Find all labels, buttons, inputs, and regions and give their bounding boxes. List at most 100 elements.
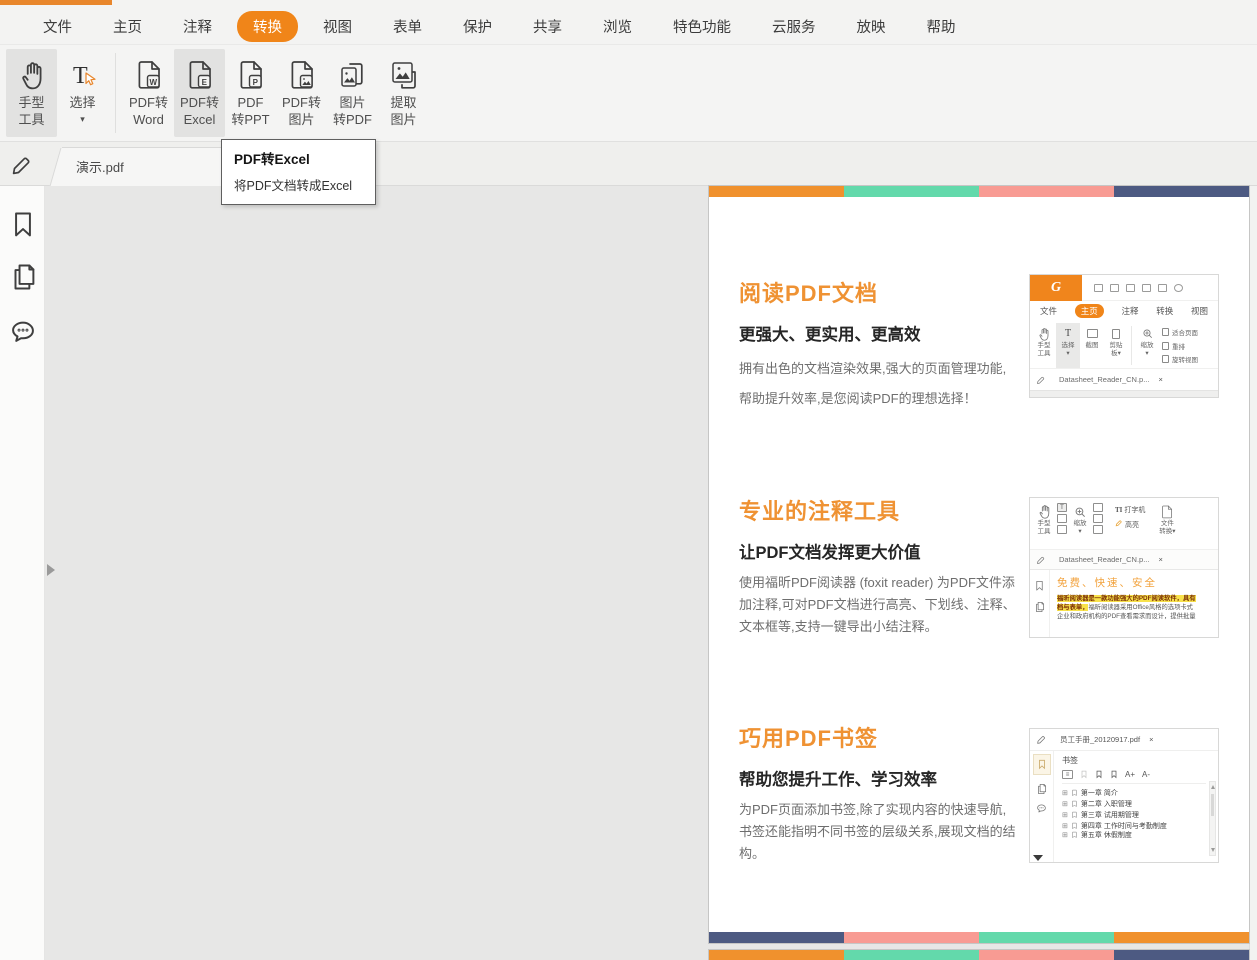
- mini-typewriter-group: TI 打字机 高亮: [1115, 506, 1146, 529]
- section-subheading: 让PDF文档发挥更大价值: [739, 544, 921, 562]
- pdf-to-ppt-button[interactable]: P PDF 转PPT: [225, 49, 276, 137]
- bookmark-item[interactable]: ⊞ 第三章 试用期管理: [1062, 809, 1206, 820]
- menu-item-convert-active[interactable]: 转换: [237, 11, 298, 42]
- section-annotation-tools: 专业的注释工具 让PDF文档发挥更大价值 使用福昕PDF阅读器 (foxit r…: [739, 494, 1027, 638]
- extract-image-button[interactable]: 提取 图片: [378, 49, 429, 137]
- pages-panel-icon[interactable]: [9, 262, 37, 297]
- svg-text:E: E: [201, 78, 207, 87]
- file-tab-label: 演示.pdf: [76, 160, 124, 175]
- section-read-pdf: 阅读PDF文档 更强大、更实用、更高效 拥有出色的文档渲染效果,强大的页面管理功…: [739, 276, 1027, 414]
- mini-hand-tool: 手型 工具: [1033, 501, 1055, 535]
- panel-expand-arrow[interactable]: [47, 564, 55, 576]
- foxit-logo: G: [1030, 275, 1082, 301]
- mini-tab-close: ×: [1158, 375, 1163, 384]
- page-bottom-color-strip: [709, 932, 1249, 943]
- hand-icon: [19, 56, 45, 94]
- menu-item-cloud[interactable]: 云服务: [772, 11, 816, 42]
- add-bookmark-icon: [1096, 770, 1102, 778]
- section-subheading: 更强大、更实用、更高效: [739, 326, 921, 344]
- bookmark-item[interactable]: ⊞ 第二章 入职管理: [1062, 798, 1206, 809]
- mini-menu-view: 视图: [1190, 306, 1208, 316]
- select-tool-button[interactable]: T 选择 ▾: [57, 49, 108, 137]
- section-body: 拥有出色的文档渲染效果,强大的页面管理功能,帮助提升效率,是您阅读PDF的理想选…: [739, 361, 1007, 406]
- pdf-to-image-button[interactable]: PDF转 图片: [276, 49, 327, 137]
- bookmarks-panel-icon[interactable]: [9, 210, 37, 245]
- section-body: 使用福昕PDF阅读器 (foxit reader) 为PDF文件添加注释,可对P…: [739, 575, 1016, 634]
- pdf-to-excel-tooltip: PDF转Excel 将PDF文档转成Excel: [221, 139, 376, 205]
- toolbar-separator: [115, 53, 116, 133]
- bookmark-item[interactable]: ⊞ 第四章 工作时间与考勤制度: [1062, 820, 1206, 831]
- mini-menu-home-active: 主页: [1074, 304, 1104, 318]
- doc-icon: [1158, 283, 1167, 292]
- ribbon-toolbar: 手型 工具 T 选择 ▾ W PDF转 Word E PDF转 Excel P …: [0, 45, 1257, 142]
- open-icon: [1094, 283, 1103, 292]
- menu-item-protect[interactable]: 保护: [463, 11, 492, 42]
- menu-item-file[interactable]: 文件: [43, 11, 72, 42]
- mini-doc-text: 福昕阅读器是一款功能强大的PDF阅读软件，具有 档与表单，福昕阅读器采用Offi…: [1057, 595, 1196, 620]
- mini-sidebar: [1030, 751, 1054, 862]
- section-body: 为PDF页面添加书签,除了实现内容的快速导航,书签还能指明不同书签的层级关系,展…: [739, 802, 1016, 861]
- menu-item-browse[interactable]: 浏览: [603, 11, 632, 42]
- screenshot-bookmarks-ui: 员工手册_20120917.pdf × 书签 ≡ A+ A- ⊞ 第一章 简介 …: [1029, 728, 1219, 863]
- mini-zoom-tool: 缩放 ▾: [1135, 323, 1159, 368]
- menu-item-view[interactable]: 视图: [323, 11, 352, 42]
- mail-icon: [1142, 283, 1151, 292]
- hand-tool-button[interactable]: 手型 工具: [6, 49, 57, 137]
- annotate-pencil-icon[interactable]: [10, 152, 34, 183]
- mini-snapshot-tool: 截图: [1080, 323, 1104, 368]
- menu-item-share[interactable]: 共享: [533, 11, 562, 42]
- extract-image-icon: [390, 56, 418, 94]
- svg-text:P: P: [252, 78, 258, 87]
- mini-bookmark-icon-active: [1032, 754, 1051, 775]
- mini-document-view: 免费、快速、安全 福昕阅读器是一款功能强大的PDF阅读软件，具有 档与表单，福昕…: [1030, 570, 1218, 637]
- mini-menu-bar: 文件 主页 注释 转换 视图: [1030, 301, 1218, 321]
- mini-select-stack: T: [1057, 501, 1067, 534]
- file-tab[interactable]: 演示.pdf: [62, 147, 234, 186]
- mini-toolbar: 手型 工具 T 缩放 ▾ TI 打字机 高亮 文件 转换▾: [1030, 498, 1218, 550]
- mini-quick-access-bar: G: [1030, 275, 1218, 301]
- menu-item-comment[interactable]: 注释: [183, 11, 212, 42]
- font-increase-icon: A+: [1125, 770, 1136, 779]
- foxit-reader-window: 文件 主页 注释 转换 视图 表单 保护 共享 浏览 特色功能 云服务 放映 帮…: [0, 0, 1257, 960]
- menu-item-present[interactable]: 放映: [857, 11, 886, 42]
- mini-zoom-tool: 缩放 ▾: [1069, 501, 1091, 535]
- bookmark-item[interactable]: ⊞ 第五章 休假制度: [1062, 831, 1206, 839]
- mini-bookmark-icon: [1036, 581, 1043, 591]
- mini-file-tab: Datasheet_Reader_CN.p... ×: [1030, 369, 1218, 390]
- mini-tab-close: ×: [1149, 735, 1154, 744]
- print-icon: [1126, 283, 1135, 292]
- mini-select-tool: T 选择 ▾: [1056, 323, 1080, 368]
- section-subheading: 帮助您提升工作、学习效率: [739, 771, 937, 789]
- next-bookmark-icon: [1111, 770, 1117, 778]
- scroll-down-indicator: [1033, 855, 1043, 861]
- save-icon: [1110, 283, 1119, 292]
- dropdown-caret: ▾: [80, 114, 85, 124]
- pdf-to-excel-button[interactable]: E PDF转 Excel: [174, 49, 225, 137]
- mini-file-convert: 文件 转换▾: [1155, 501, 1179, 535]
- image-to-pdf-button[interactable]: 图片 转PDF: [327, 49, 378, 137]
- menu-item-features[interactable]: 特色功能: [673, 11, 731, 42]
- mini-file-tab: Datasheet_Reader_CN.p... ×: [1030, 550, 1218, 570]
- vertical-scrollbar[interactable]: [1249, 186, 1257, 960]
- section-heading: 阅读PDF文档: [739, 281, 879, 306]
- next-page-top-strip: [709, 950, 1249, 960]
- pdf-to-excel-icon: E: [187, 56, 213, 94]
- screenshot-annotation-ui: 手型 工具 T 缩放 ▾ TI 打字机 高亮 文件 转换▾ Datasheet_…: [1029, 497, 1219, 638]
- undo-icon: [1174, 283, 1183, 292]
- comments-panel-icon[interactable]: [9, 318, 37, 351]
- bookmark-list: ⊞ 第一章 简介 ⊞ 第二章 入职管理 ⊞ 第三章 试用期管理 ⊞ 第四章 工作…: [1062, 787, 1206, 839]
- menu-item-form[interactable]: 表单: [393, 11, 422, 42]
- pdf-to-word-icon: W: [136, 56, 162, 94]
- expand-list-icon: ≡: [1062, 770, 1073, 779]
- font-decrease-icon: A-: [1142, 770, 1151, 779]
- mini-view-options: 适合页面 重排 旋转视图: [1162, 323, 1198, 368]
- pdf-to-image-icon: [289, 56, 315, 94]
- mini-scrollbar[interactable]: [1209, 781, 1216, 856]
- bookmark-icon-disabled: [1081, 770, 1087, 778]
- menu-item-help[interactable]: 帮助: [927, 11, 956, 42]
- bookmark-item[interactable]: ⊞ 第一章 简介: [1062, 787, 1206, 798]
- bookmarks-panel-title: 书签: [1062, 756, 1078, 765]
- mini-pages-icon: [1038, 784, 1047, 794]
- menu-item-home[interactable]: 主页: [113, 11, 142, 42]
- pdf-to-word-button[interactable]: W PDF转 Word: [123, 49, 174, 137]
